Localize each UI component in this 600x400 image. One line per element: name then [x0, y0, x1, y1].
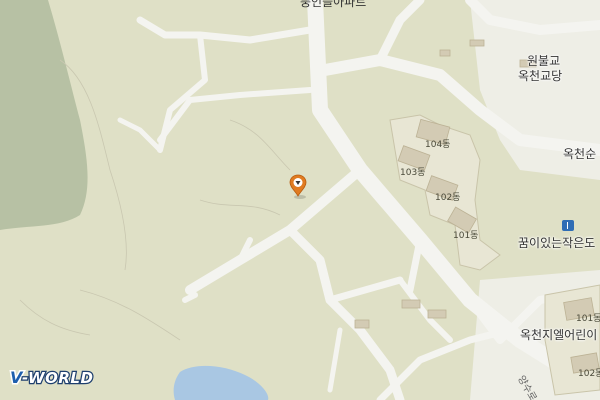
water-body	[173, 365, 269, 400]
vworld-logo: V -WORLD	[8, 366, 108, 389]
vworld-logo-mark: V -WORLD	[9, 367, 95, 389]
map-canvas[interactable]: 풍인들아파트 원불교 옥천교당 옥천순 104동 103동 102동 101동 …	[0, 0, 600, 400]
poi-okcheon-partial[interactable]: 옥천순	[563, 145, 596, 162]
apartment-label-top: 풍인들아파트	[300, 0, 367, 9]
marker-pin-icon	[289, 174, 307, 199]
svg-text:-WORLD: -WORLD	[22, 369, 93, 387]
forest-area	[0, 0, 88, 230]
location-marker-icon[interactable]	[288, 174, 308, 200]
poi-library-partial[interactable]: 꿈이있는작은도	[518, 234, 595, 251]
building-label-101: 101동	[453, 231, 479, 241]
building-label-101b: 101동	[576, 314, 600, 324]
poi-church-line2[interactable]: 옥천교당	[518, 67, 562, 84]
building-label-104: 104동	[425, 140, 451, 150]
library-icon[interactable]	[562, 220, 574, 231]
building-label-102b: 102동	[578, 369, 600, 379]
poi-apartment-partial[interactable]: 옥천지엘어린이	[520, 326, 597, 343]
building-label-103: 103동	[400, 168, 426, 178]
building-label-102: 102동	[435, 193, 461, 203]
